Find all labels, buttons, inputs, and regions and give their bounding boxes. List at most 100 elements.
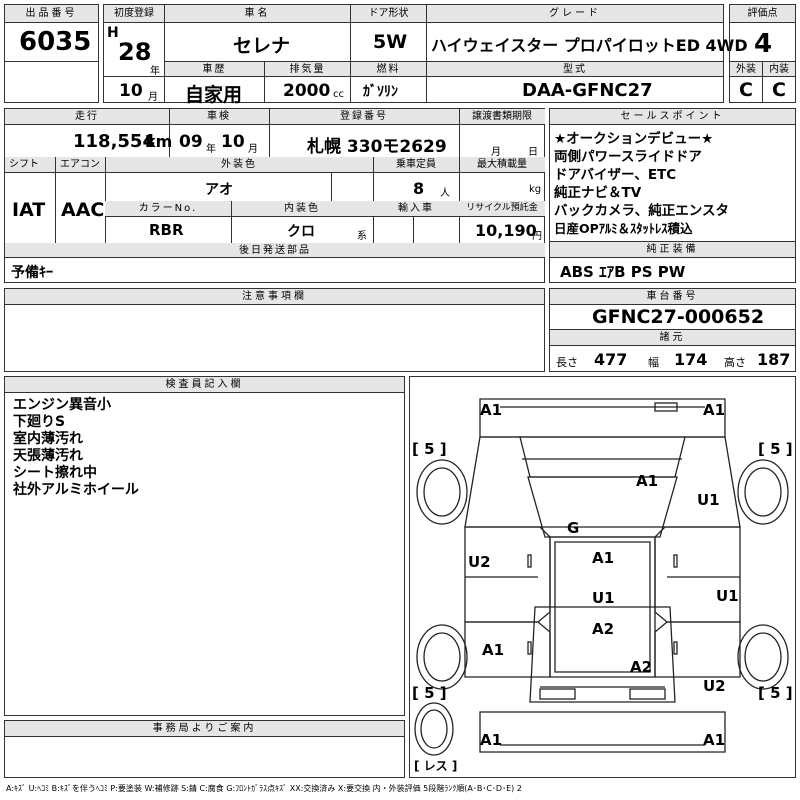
caution-label: 注意事項欄 [5, 289, 544, 305]
transfer-month-unit: 月 [491, 147, 501, 158]
shift-label: シフト [5, 157, 55, 173]
lot-number-label: 出品番号 [5, 5, 98, 23]
car-name-label: 車名 [165, 5, 350, 23]
inspection-year-unit: 年 [206, 144, 216, 155]
damage-mark-fender-right: U1 [697, 491, 720, 509]
damage-mark-front-left: A1 [480, 401, 503, 419]
damage-mark-front-right: A1 [703, 401, 726, 419]
score-box: 評価点 4 [729, 4, 796, 62]
width-label: 幅 [648, 356, 659, 369]
displacement-label: 排気量 [265, 62, 350, 77]
mileage: 118,554 [73, 131, 155, 152]
era: H [107, 25, 119, 41]
interior-grade-label: 内装 [763, 62, 795, 77]
history-label: 車歴 [165, 62, 264, 77]
length-label: 長さ [556, 356, 578, 369]
transfer-day-unit: 日 [528, 147, 538, 158]
tire-front-right: [ 5 ] [758, 440, 793, 458]
damage-mark-rear-left: A1 [480, 731, 503, 749]
color-number: RBR [149, 221, 184, 239]
inspection-month: 10 [221, 132, 245, 152]
score-label: 評価点 [730, 5, 795, 23]
model-code: DAA-GFNC27 [522, 80, 653, 101]
capacity-unit: 人 [440, 188, 450, 199]
load-unit: kg [529, 184, 542, 195]
import-label: 輸入車 [373, 201, 459, 217]
car-name-box: 車名 セレナ [164, 4, 351, 62]
damage-mark-quarter-left: A1 [482, 641, 505, 659]
damage-mark-quarter-right: U2 [703, 677, 726, 695]
inspector-notes-box: 検査員記入欄 エンジン異音小 下廻りS 室内薄汚れ 天張薄汚れ シート擦れ中 社… [4, 376, 405, 716]
damage-mark-door-left: U2 [468, 553, 491, 571]
plate-number: 札幌 330モ2629 [307, 137, 447, 157]
inspection-label: 車検 [169, 109, 269, 125]
year-unit: 年 [150, 66, 160, 77]
lot-number: 6035 [19, 27, 92, 57]
fuel: ｶﾞｿﾘﾝ [363, 84, 398, 100]
office-notice-box: 事務局よりご案内 [4, 720, 405, 778]
equipment-box: 純正装備 ABS ｴｱB PS PW [549, 241, 796, 283]
sales-points-box: セールスポイント ★オークションデビュー★ 両側パワースライドドア ドアバイザー… [549, 108, 796, 242]
fuel-box: 燃料 ｶﾞｿﾘﾝ [350, 61, 427, 103]
chassis-label: 車台番号 [550, 289, 795, 305]
damage-mark-windshield: G [567, 519, 580, 537]
interior-grade-box: 内装 C [762, 61, 796, 103]
month-unit: 月 [148, 92, 158, 103]
tire-front-left: [ 5 ] [412, 440, 447, 458]
recycle-unit: 円 [532, 231, 542, 242]
color-no-label: カラーNo. [105, 201, 231, 217]
ac-type: AAC [61, 199, 105, 221]
inspection-month-unit: 月 [248, 144, 258, 155]
exterior-grade-label: 外装 [730, 62, 762, 77]
capacity-label: 乗車定員 [373, 157, 459, 173]
first-reg-box: 初度登録 H 28 年 10 月 [103, 4, 165, 103]
first-reg-label: 初度登録 [104, 5, 164, 23]
damage-mark-roof-rear: A2 [592, 620, 615, 638]
inspector-label: 検査員記入欄 [5, 377, 404, 393]
dimensions-box: 諸元 長さ 477 幅 174 高さ 187 [549, 329, 796, 372]
damage-mark-rear-gate: A2 [630, 658, 653, 676]
equipment: ABS ｴｱB PS PW [560, 263, 686, 281]
recycle-label: リサイクル預託金 [459, 201, 545, 217]
dimensions-label: 諸元 [550, 330, 795, 346]
displacement-box: 排気量 2000 cc [264, 61, 351, 103]
mileage-unit: km [145, 132, 173, 151]
office-notice-label: 事務局よりご案内 [5, 721, 404, 737]
interior-color-unit: 系 [357, 231, 367, 242]
inspection-year: 09 [179, 132, 203, 152]
length: 477 [594, 350, 628, 369]
sales-point: ★オークションデビュー★ [554, 131, 714, 147]
damage-diagram: A1 A1 A1 U1 G U2 A1 U1 U1 A2 A1 A2 U2 A1… [409, 376, 796, 778]
height: 187 [757, 350, 791, 369]
color-label: 外装色 [105, 157, 373, 173]
sales-points-label: セールスポイント [550, 109, 795, 125]
damage-mark-hood: A1 [636, 472, 659, 490]
inspector-note: エンジン異音小 [13, 397, 111, 413]
lot-blank-box [4, 61, 99, 103]
history: 自家用 [185, 84, 243, 106]
inspector-note: 室内薄汚れ [13, 431, 83, 447]
model-label: 型式 [427, 62, 723, 77]
tire-rear-left: [ 5 ] [412, 684, 447, 702]
grade-label: グレード [427, 5, 723, 23]
later-parts-box: 予備ｷｰ [4, 257, 545, 283]
later-parts: 予備ｷｰ [11, 265, 53, 281]
interior-color-label: 内装色 [231, 201, 373, 217]
recycle-fee: 10,190 [475, 221, 537, 240]
sales-point: バックカメラ、純正エンスタ [554, 203, 729, 219]
inspector-note: 社外アルミホイール [13, 482, 139, 498]
grade: ハイウェイスター プロパイロットED 4WD [431, 36, 748, 55]
exterior-grade-box: 外装 C [729, 61, 763, 103]
sales-point: ドアバイザー、ETC [554, 167, 677, 183]
door-label: ドア形状 [351, 5, 426, 23]
history-box: 車歴 自家用 [164, 61, 265, 106]
plate-label: 登録番号 [269, 109, 459, 125]
displacement: 2000 [283, 81, 331, 101]
interior-color: クロ [287, 224, 315, 240]
exterior-grade: C [739, 79, 753, 101]
interior-grade: C [772, 79, 786, 101]
legend: A:ｷｽﾞ U:ﾍｺﾐ B:ｷｽﾞを伴うﾍｺﾐ P:要塗装 W:補修跡 S:錆 … [6, 784, 522, 793]
door-type: 5W [373, 31, 408, 53]
shift-type: IAT [12, 199, 46, 221]
reg-year: 28 [118, 38, 152, 66]
